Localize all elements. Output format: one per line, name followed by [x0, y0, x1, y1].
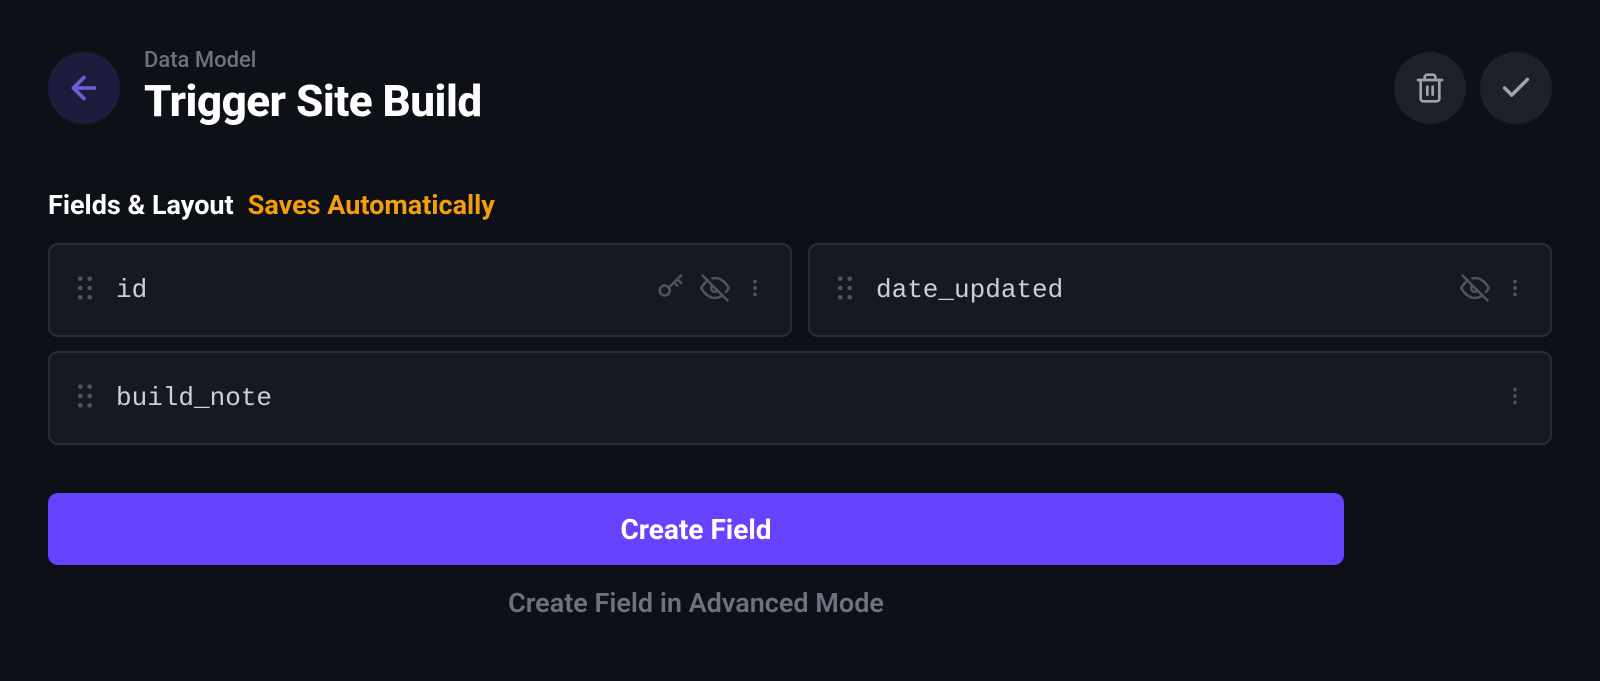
more-vert-icon[interactable]: [1504, 274, 1526, 306]
page-header: Data Model Trigger Site Build: [0, 0, 1600, 127]
field-card-build-note[interactable]: build_note: [48, 351, 1552, 445]
field-card-date-updated[interactable]: date_updated: [808, 243, 1552, 337]
back-button[interactable]: [48, 52, 120, 124]
visibility-off-icon[interactable]: [700, 273, 730, 307]
fields-row: build_note: [48, 351, 1552, 445]
save-button[interactable]: [1480, 52, 1552, 124]
field-name: date_updated: [876, 275, 1440, 305]
key-icon[interactable]: [656, 273, 686, 307]
section-title: Fields & Layout: [48, 189, 234, 221]
header-actions: [1394, 52, 1552, 124]
check-icon: [1499, 71, 1533, 105]
visibility-off-icon[interactable]: [1460, 273, 1490, 307]
drag-handle-icon[interactable]: [74, 274, 96, 306]
field-icons: [656, 273, 766, 307]
more-vert-icon[interactable]: [1504, 382, 1526, 414]
page-title: Trigger Site Build: [144, 75, 1370, 127]
fields-grid: id: [0, 243, 1600, 445]
title-section: Data Model Trigger Site Build: [144, 48, 1370, 127]
section-subtitle: Saves Automatically: [248, 189, 495, 221]
create-field-button[interactable]: Create Field: [48, 493, 1344, 565]
field-icons: [1504, 382, 1526, 414]
breadcrumb[interactable]: Data Model: [144, 48, 1370, 73]
trash-icon: [1414, 72, 1446, 104]
field-icons: [1460, 273, 1526, 307]
drag-handle-icon[interactable]: [834, 274, 856, 306]
section-header: Fields & Layout Saves Automatically: [0, 127, 1600, 243]
drag-handle-icon[interactable]: [74, 382, 96, 414]
fields-row: id: [48, 243, 1552, 337]
more-vert-icon[interactable]: [744, 274, 766, 306]
arrow-back-icon: [66, 70, 102, 106]
delete-button[interactable]: [1394, 52, 1466, 124]
field-card-id[interactable]: id: [48, 243, 792, 337]
create-field-advanced-link[interactable]: Create Field in Advanced Mode: [48, 587, 1344, 619]
field-name: build_note: [116, 383, 1484, 413]
field-name: id: [116, 275, 636, 305]
